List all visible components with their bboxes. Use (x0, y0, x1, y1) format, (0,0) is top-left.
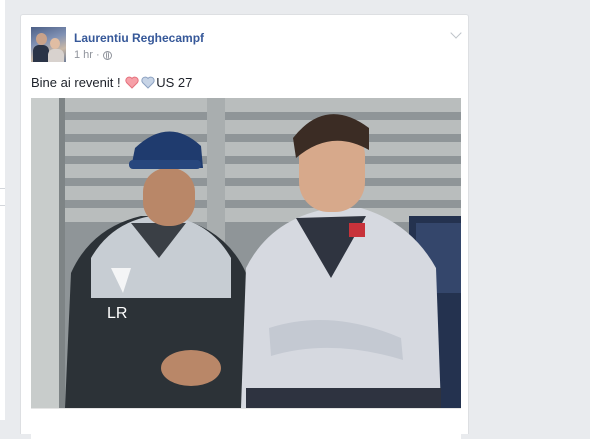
left-divider (0, 188, 5, 189)
chevron-down-icon[interactable] (450, 27, 462, 39)
jacket-logo: LR (107, 305, 127, 322)
globe-icon[interactable] (102, 50, 112, 60)
photo-footer (31, 408, 461, 439)
blue-heart-icon (141, 76, 155, 89)
post-message: Bine ai revenit ! US 27 (31, 75, 192, 90)
post-timestamp[interactable]: 1 hr (74, 49, 93, 61)
author-avatar[interactable] (31, 27, 66, 62)
author-name-link[interactable]: Laurentiu Reghecampf (74, 31, 204, 45)
left-column-edge (0, 0, 5, 420)
red-heart-icon (125, 76, 139, 89)
photo-two-men-smiling: LR (31, 98, 461, 408)
post-card: Laurentiu Reghecampf 1 hr · Bine ai reve… (20, 14, 469, 439)
meta-separator: · (95, 49, 100, 61)
post-meta: 1 hr · (74, 49, 112, 61)
post-photo[interactable]: LR (31, 98, 461, 408)
post-message-text: Bine ai revenit ! (31, 75, 121, 90)
left-divider (0, 205, 5, 206)
post-message-tag: US 27 (156, 75, 193, 90)
